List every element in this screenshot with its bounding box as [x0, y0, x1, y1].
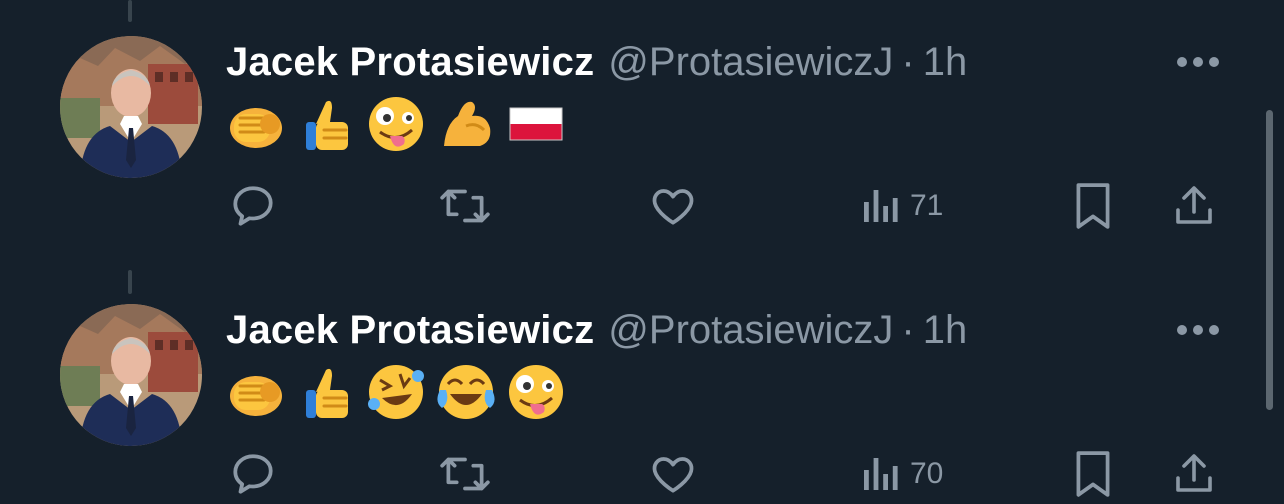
thumbs-up-emoji [304, 99, 350, 152]
heart-icon [652, 189, 694, 225]
retweet-icon [440, 189, 490, 223]
analytics-icon [864, 458, 898, 490]
thumbs-up-emoji [304, 367, 350, 420]
reply-icon [233, 454, 273, 494]
retweet-button[interactable] [438, 446, 492, 502]
timeline: Jacek Protasiewicz @ProtasiewiczJ · 1h 7… [0, 0, 1284, 504]
flexed-biceps-emoji [442, 100, 492, 148]
tweet-text [226, 360, 566, 424]
view-count: 71 [910, 189, 944, 222]
like-button[interactable] [648, 446, 698, 502]
tweet[interactable]: Jacek Protasiewicz @ProtasiewiczJ · 1h 7… [0, 0, 1284, 250]
share-icon [1176, 186, 1212, 224]
rolling-on-floor-laughing-emoji [366, 363, 426, 421]
separator-dot: · [901, 39, 915, 84]
tweet-actions: 71 [0, 178, 1284, 234]
more-options-icon[interactable] [1168, 50, 1228, 74]
timestamp[interactable]: 1h [923, 40, 968, 85]
retweet-icon [440, 457, 490, 491]
bookmark-icon [1076, 183, 1110, 229]
share-icon [1176, 454, 1212, 492]
view-count: 70 [910, 457, 944, 490]
author-handle[interactable]: @ProtasiewiczJ [608, 40, 893, 85]
heart-icon [652, 457, 694, 493]
author-name[interactable]: Jacek Protasiewicz [226, 40, 594, 85]
zany-face-emoji [367, 95, 425, 153]
reply-button[interactable] [228, 446, 278, 502]
bookmark-icon [1076, 451, 1110, 497]
avatar[interactable] [60, 304, 202, 446]
tweet-text [226, 92, 566, 156]
oncoming-fist-emoji [228, 374, 284, 418]
share-button[interactable] [1170, 178, 1218, 234]
oncoming-fist-emoji [228, 106, 284, 150]
share-button[interactable] [1170, 446, 1218, 502]
reply-button[interactable] [228, 178, 278, 234]
author-name[interactable]: Jacek Protasiewicz [226, 308, 594, 353]
tweet-header: Jacek Protasiewicz @ProtasiewiczJ · 1h [226, 38, 967, 86]
timestamp[interactable]: 1h [923, 308, 968, 353]
author-handle[interactable]: @ProtasiewiczJ [608, 308, 893, 353]
face-with-tears-of-joy-emoji [436, 363, 496, 421]
avatar[interactable] [60, 36, 202, 178]
reply-icon [233, 186, 273, 226]
tweet-header: Jacek Protasiewicz @ProtasiewiczJ · 1h [226, 306, 967, 354]
retweet-button[interactable] [438, 178, 492, 234]
bookmark-button[interactable] [1072, 178, 1114, 234]
like-button[interactable] [648, 178, 698, 234]
tweet-actions: 70 [0, 446, 1284, 502]
poland-flag-emoji [509, 107, 563, 141]
separator-dot: · [901, 307, 915, 352]
more-options-icon[interactable] [1168, 318, 1228, 342]
bookmark-button[interactable] [1072, 446, 1114, 502]
tweet[interactable]: Jacek Protasiewicz @ProtasiewiczJ · 1h 7… [0, 268, 1284, 504]
zany-face-emoji [507, 363, 565, 421]
views-button[interactable]: 71 [860, 178, 943, 234]
analytics-icon [864, 190, 898, 222]
scrollbar[interactable] [1266, 110, 1273, 410]
views-button[interactable]: 70 [860, 446, 943, 502]
